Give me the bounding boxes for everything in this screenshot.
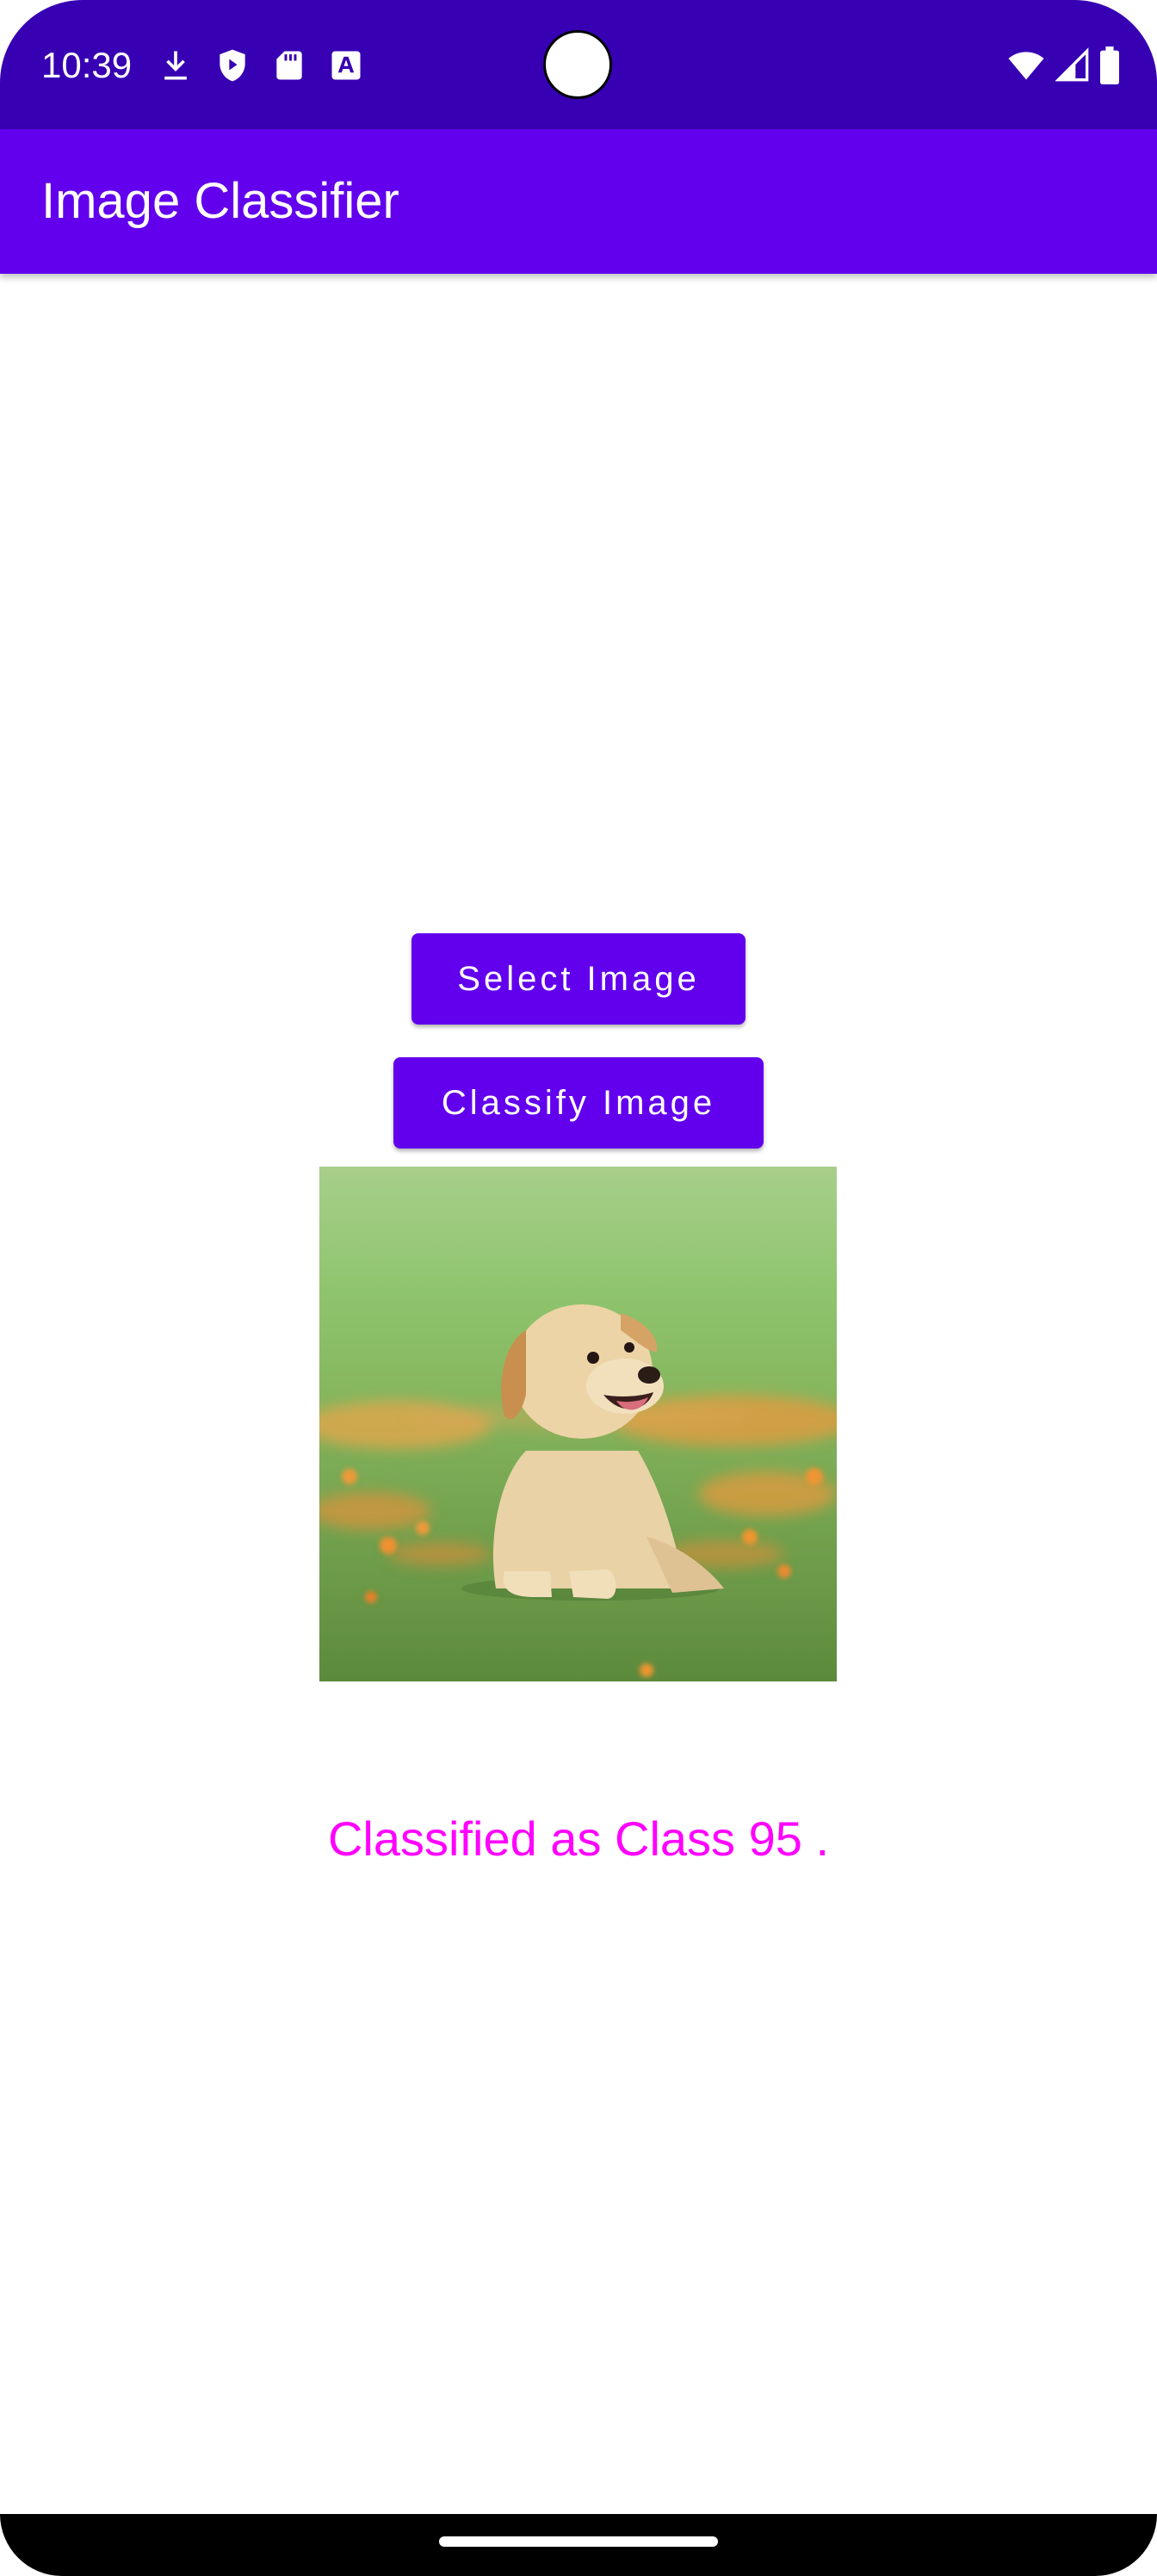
shield-play-icon xyxy=(220,49,245,82)
font-a-icon xyxy=(331,51,361,80)
download-icon xyxy=(164,51,187,80)
app-title: Image Classifier xyxy=(41,173,399,229)
app-bar: Image Classifier xyxy=(0,129,1157,274)
sd-card-icon xyxy=(276,51,302,80)
status-system-icons xyxy=(1007,41,1119,90)
status-notification-icons xyxy=(157,43,365,88)
cell-signal-icon xyxy=(1055,47,1089,82)
classify-image-button[interactable]: Classify Image xyxy=(393,1057,764,1149)
camera-cutout xyxy=(543,30,612,99)
wifi-icon xyxy=(1008,52,1044,80)
selected-image xyxy=(319,1167,837,1681)
home-gesture-handle[interactable] xyxy=(439,2536,718,2547)
battery-icon xyxy=(1100,46,1119,84)
phone-screen: 10:39 Image Classifier Select Image Clas… xyxy=(0,0,1157,2576)
status-time: 10:39 xyxy=(41,45,133,85)
status-bar: 10:39 xyxy=(0,0,1157,129)
classification-result-text: Classified as Class 95 . xyxy=(327,1811,829,1866)
navigation-bar xyxy=(0,2514,1157,2576)
select-image-button[interactable]: Select Image xyxy=(411,933,746,1025)
